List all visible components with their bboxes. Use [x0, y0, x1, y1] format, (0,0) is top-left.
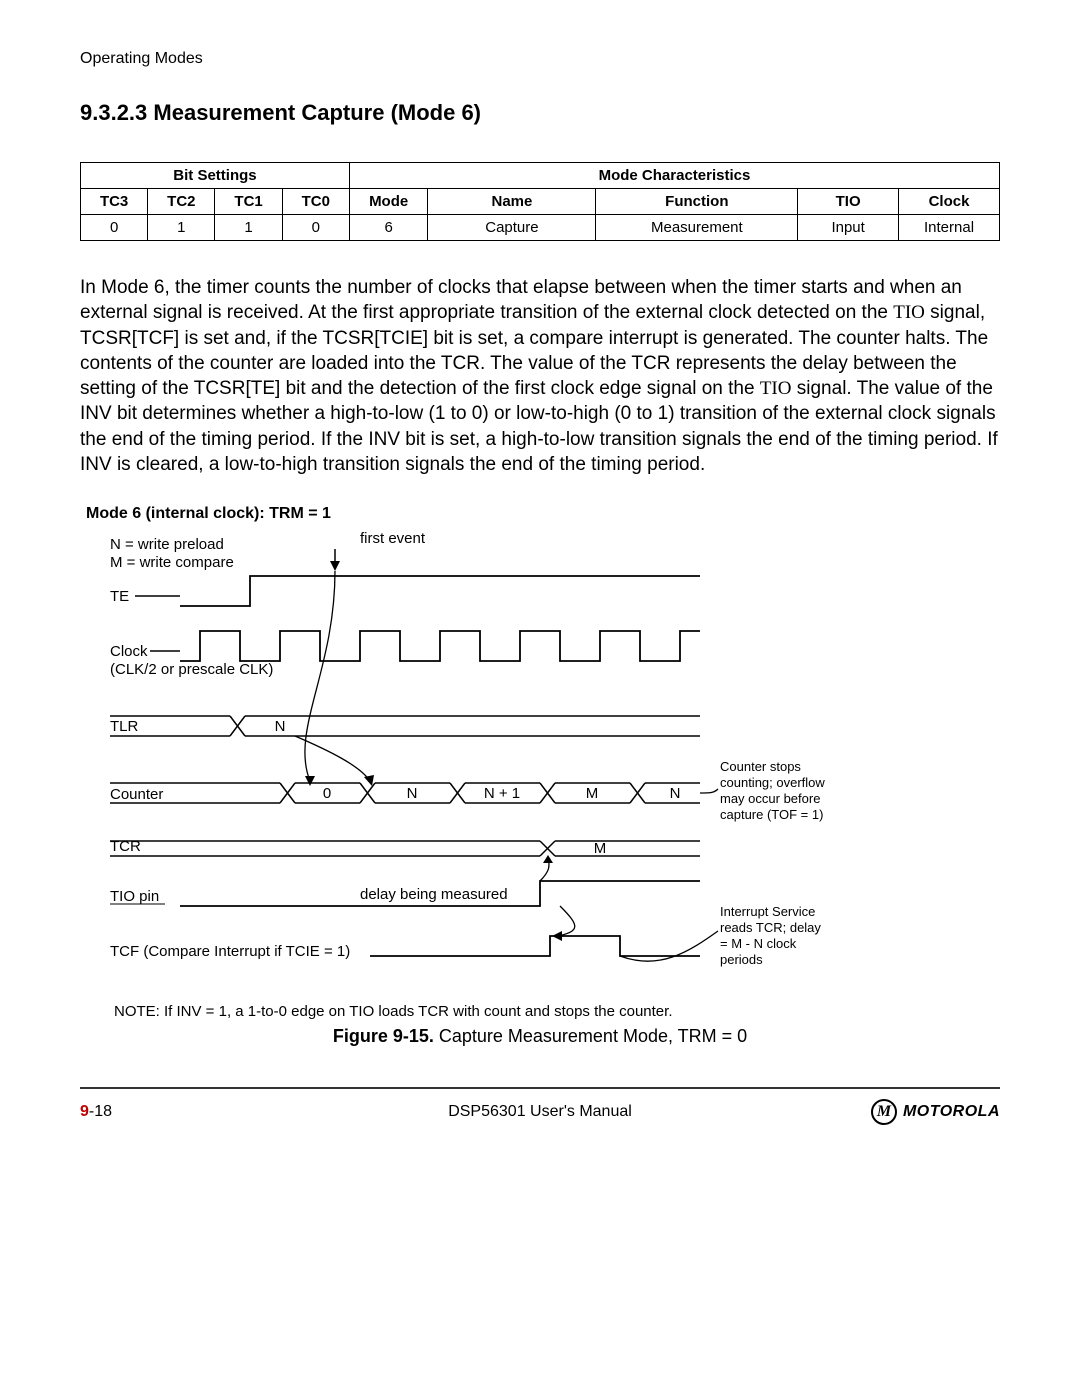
curve-event-to-counter [305, 571, 335, 781]
td-tc0: 0 [282, 215, 349, 241]
timing-diagram: N = write preload M = write compare firs… [80, 531, 1000, 991]
diagram-title: Mode 6 (internal clock): TRM = 1 [86, 505, 1000, 523]
th-function: Function [596, 189, 798, 215]
te-waveform [180, 576, 700, 606]
th-tc2: TC2 [148, 189, 215, 215]
th-tc1: TC1 [215, 189, 282, 215]
counter-val-3: M [586, 785, 599, 802]
chapter-number: 9 [80, 1103, 89, 1120]
td-clock: Internal [899, 215, 1000, 241]
curve-tcr-arrowhead [552, 931, 562, 941]
first-event-arrowhead [330, 561, 340, 571]
curve-tio-to-tcf [558, 906, 575, 936]
motorola-wordmark: MOTOROLA [903, 1103, 1000, 1121]
counter-note-4: capture (TOF = 1) [720, 807, 823, 822]
tlr-value: N [275, 718, 286, 735]
section-heading: 9.3.2.3 Measurement Capture (Mode 6) [80, 100, 1000, 126]
isr-note-4: periods [720, 952, 763, 967]
td-function: Measurement [596, 215, 798, 241]
legend-n: N = write preload [110, 536, 224, 553]
td-tc3: 0 [81, 215, 148, 241]
figure-caption: Figure 9-15. Capture Measurement Mode, T… [80, 1026, 1000, 1047]
tcf-waveform [370, 936, 700, 956]
curve-counter-to-note [700, 789, 718, 793]
th-mode: Mode [349, 189, 427, 215]
timing-diagram-svg: N = write preload M = write compare firs… [80, 531, 1000, 991]
first-event-label: first event [360, 531, 426, 547]
th-name: Name [428, 189, 596, 215]
table-group-row: Bit Settings Mode Characteristics [81, 163, 1000, 189]
tcf-label: TCF (Compare Interrupt if TCIE = 1) [110, 943, 350, 960]
tlr-bus [110, 716, 700, 736]
body-paragraph: In Mode 6, the timer counts the number o… [80, 275, 1000, 477]
counter-note-1: Counter stops [720, 759, 801, 774]
mode-table: Bit Settings Mode Characteristics TC3 TC… [80, 162, 1000, 241]
counter-note-3: may occur before [720, 791, 820, 806]
curve-tio-arrowhead [543, 855, 553, 863]
tlr-label: TLR [110, 718, 139, 735]
running-head: Operating Modes [80, 50, 1000, 68]
tio-label: TIO pin [110, 888, 159, 905]
figure-caption-text: Capture Measurement Mode, TRM = 0 [434, 1026, 747, 1046]
page-number: 9-18 [80, 1103, 112, 1121]
motorola-logo-icon: M [871, 1099, 897, 1125]
tio-signal-2: TIO [760, 378, 792, 399]
clock-waveform [180, 631, 700, 661]
th-tc3: TC3 [81, 189, 148, 215]
table-group-left: Bit Settings [81, 163, 350, 189]
td-tc1: 1 [215, 215, 282, 241]
diagram-note: NOTE: If INV = 1, a 1-to-0 edge on TIO l… [114, 1003, 1000, 1020]
clock-sub-label: (CLK/2 or prescale CLK) [110, 661, 273, 678]
counter-val-1: N [407, 785, 418, 802]
delay-measured-label: delay being measured [360, 886, 508, 903]
page-footer: 9-18 DSP56301 User's Manual M MOTOROLA [80, 1099, 1000, 1125]
td-name: Capture [428, 215, 596, 241]
counter-note-2: counting; overflow [720, 775, 825, 790]
para-part1: In Mode 6, the timer counts the number o… [80, 277, 962, 323]
td-mode: 6 [349, 215, 427, 241]
curve-tlr-arrowhead [364, 775, 374, 786]
isr-note-2: reads TCR; delay [720, 920, 821, 935]
th-tc0: TC0 [282, 189, 349, 215]
counter-val-2: N + 1 [484, 785, 520, 802]
counter-val-4: N [670, 785, 681, 802]
clock-label: Clock [110, 643, 148, 660]
table-row: 0 1 1 0 6 Capture Measurement Input Inte… [81, 215, 1000, 241]
td-tio: Input [798, 215, 899, 241]
table-group-right: Mode Characteristics [349, 163, 999, 189]
th-tio: TIO [798, 189, 899, 215]
footer-rule [80, 1087, 1000, 1089]
figure-label: Figure 9-15. [333, 1026, 434, 1046]
td-tc2: 1 [148, 215, 215, 241]
curve-event-arrowhead [305, 776, 315, 786]
motorola-logo: M MOTOROLA [871, 1099, 1000, 1125]
te-label: TE [110, 588, 129, 605]
table-header-row: TC3 TC2 TC1 TC0 Mode Name Function TIO C… [81, 189, 1000, 215]
isr-note-3: = M - N clock [720, 936, 797, 951]
th-clock: Clock [899, 189, 1000, 215]
tio-signal-1: TIO [893, 302, 925, 323]
counter-bus [110, 783, 700, 803]
counter-label: Counter [110, 786, 163, 803]
counter-val-0: 0 [323, 785, 331, 802]
page-suffix: -18 [89, 1103, 112, 1120]
isr-note-1: Interrupt Service [720, 904, 815, 919]
curve-tlr-to-counter [295, 736, 370, 781]
legend-m: M = write compare [110, 554, 234, 571]
tcr-value: M [594, 840, 607, 857]
page: Operating Modes 9.3.2.3 Measurement Capt… [0, 0, 1080, 1397]
